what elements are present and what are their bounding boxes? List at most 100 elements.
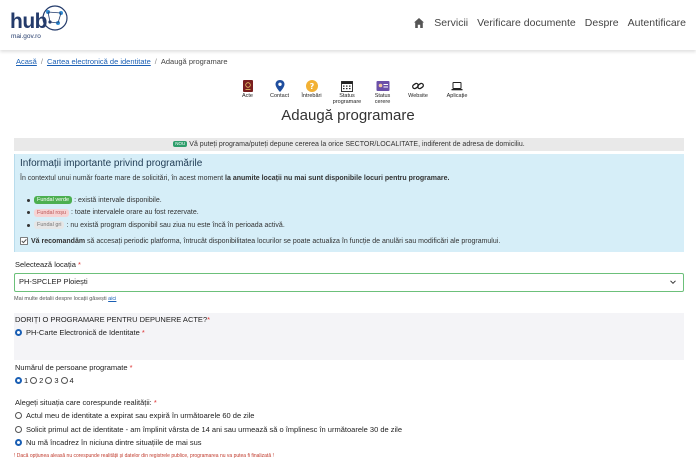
location-label-text: Selectează locația bbox=[15, 260, 76, 269]
warning-text: ! Dacă opțiunea aleasă nu corespunde rea… bbox=[14, 453, 274, 459]
quick-links: Acte Contact ? Întrebări Status programar… bbox=[232, 79, 477, 106]
page-title: Adaugă programare bbox=[281, 107, 415, 124]
quick-link-intrebari[interactable]: ? Întrebări bbox=[296, 79, 327, 106]
main-nav: Servicii Verificare documente Despre Aut… bbox=[413, 17, 686, 29]
passport-icon bbox=[242, 80, 253, 92]
legend-list: Fundal verde: există intervale disponibi… bbox=[27, 194, 285, 232]
radio-selected[interactable] bbox=[15, 329, 22, 336]
info-box: Informații importante privind programări… bbox=[14, 154, 684, 252]
situation-option-none[interactable]: Nu mă încadrez în niciuna dintre situați… bbox=[15, 438, 202, 447]
situation-option-first-id[interactable]: Solicit primul act de identitate - am îm… bbox=[15, 425, 402, 434]
act-option-label: PH-Carte Electronică de Identitate bbox=[26, 328, 140, 337]
id-card-icon bbox=[376, 81, 389, 91]
quick-link-label: Status programare bbox=[332, 93, 362, 105]
laptop-icon bbox=[451, 82, 463, 91]
notice-text: Vă puteți programa/puteți depune cererea… bbox=[189, 141, 525, 148]
quick-link-label: Întrebări bbox=[301, 93, 322, 99]
radio[interactable] bbox=[45, 377, 53, 384]
persons-option-label: 4 bbox=[69, 376, 74, 385]
act-question-text: DORIȚI O PROGRAMARE PENTRU DEPUNERE ACTE… bbox=[15, 315, 208, 324]
nav-verificare-documente[interactable]: Verificare documente bbox=[477, 17, 576, 29]
quick-link-contact[interactable]: Contact bbox=[264, 79, 295, 106]
breadcrumb-current: Adaugă programare bbox=[160, 57, 228, 66]
map-pin-icon bbox=[275, 80, 284, 92]
act-question: DORIȚI O PROGRAMARE PENTRU DEPUNERE ACTE… bbox=[15, 315, 210, 324]
legend-item: Fundal roșu: toate intervalele orare au … bbox=[27, 207, 285, 220]
location-label: Selectează locația * bbox=[15, 260, 81, 269]
persons-option-label: 2 bbox=[39, 376, 44, 385]
quick-link-website[interactable]: Website bbox=[399, 79, 437, 106]
persons-option-2[interactable]: 2 bbox=[30, 376, 43, 385]
legend-chip-green: Fundal verde bbox=[34, 196, 73, 205]
act-option[interactable]: PH-Carte Electronică de Identitate * bbox=[15, 328, 145, 337]
persons-option-1[interactable]: 1 bbox=[15, 376, 28, 385]
legend-text: : există intervale disponibile. bbox=[74, 196, 162, 204]
quick-link-label: Acte bbox=[241, 93, 253, 99]
recommendation: Vă recomandăm să accesați periodic platf… bbox=[20, 237, 500, 245]
persons-label-text: Numărul de persoane programate bbox=[15, 363, 128, 372]
persons-label: Numărul de persoane programate * bbox=[15, 363, 133, 372]
radio[interactable] bbox=[15, 426, 22, 433]
situation-option-label: Solicit primul act de identitate - am îm… bbox=[26, 425, 403, 434]
quick-link-aplicatie[interactable]: Aplicație bbox=[438, 79, 476, 106]
calendar-icon bbox=[341, 81, 353, 92]
persons-option-4[interactable]: 4 bbox=[60, 376, 74, 385]
situation-option-label: Nu mă încadrez în niciuna dintre situați… bbox=[26, 438, 202, 447]
hub-logo[interactable]: hub mai.gov.ro bbox=[10, 4, 70, 46]
bullet bbox=[27, 198, 30, 202]
location-select-value: PH-SPCLEP Ploiești bbox=[19, 277, 88, 286]
quick-link-label: Contact bbox=[270, 93, 289, 99]
quick-link-acte[interactable]: Acte bbox=[232, 79, 263, 106]
persons-option-label: 1 bbox=[24, 376, 29, 385]
required-marker: * bbox=[129, 363, 133, 372]
required-marker: * bbox=[77, 260, 81, 269]
bullet bbox=[27, 223, 30, 227]
location-hint: Mai multe detalii despre locații găsești… bbox=[14, 296, 116, 302]
question-icon: ? bbox=[305, 80, 318, 92]
home-icon[interactable] bbox=[413, 17, 425, 29]
breadcrumb-sep: / bbox=[154, 57, 157, 66]
nav-servicii[interactable]: Servicii bbox=[434, 17, 468, 29]
breadcrumb-cei[interactable]: Cartea electronică de identitate bbox=[47, 57, 151, 66]
persons-option-label: 3 bbox=[54, 376, 59, 385]
top-navbar: hub mai.gov.ro Servicii Verificare docum… bbox=[0, 0, 696, 50]
legend-chip-red: Fundal roșu bbox=[34, 208, 70, 217]
notice-bar: NOU Vă puteți programa/puteți depune cere… bbox=[14, 138, 684, 151]
quick-link-label: Website bbox=[408, 93, 428, 99]
checkbox-icon bbox=[20, 237, 28, 245]
recommendation-text: să accesați periodic platforma, întrucât… bbox=[85, 237, 501, 245]
radio-selected[interactable] bbox=[15, 439, 22, 446]
quick-link-status-cerere[interactable]: Status cerere bbox=[367, 79, 398, 106]
required-marker: * bbox=[141, 328, 145, 337]
radio[interactable] bbox=[60, 377, 68, 384]
info-paragraph: În contextul unui număr foarte mare de s… bbox=[20, 175, 449, 182]
radio[interactable] bbox=[15, 412, 22, 419]
recommendation-bold: Vă recomandăm bbox=[31, 237, 86, 245]
info-text: În contextul unui număr foarte mare de s… bbox=[20, 175, 226, 182]
nav-autentificare[interactable]: Autentificare bbox=[628, 17, 686, 29]
legend-text: : nu există program disponibil sau ziua … bbox=[66, 221, 285, 229]
radio[interactable] bbox=[30, 377, 38, 384]
quick-link-status-programare[interactable]: Status programare bbox=[328, 79, 366, 106]
required-marker: * bbox=[207, 315, 211, 324]
persons-option-3[interactable]: 3 bbox=[45, 376, 59, 385]
network-logo-icon bbox=[42, 5, 68, 31]
location-select[interactable]: PH-SPCLEP Ploiești bbox=[14, 273, 684, 292]
location-hint-text: Mai multe detalii despre locații găsești bbox=[14, 296, 109, 302]
legend-chip-gray: Fundal gri bbox=[34, 221, 65, 230]
link-icon bbox=[412, 82, 424, 90]
logo-domain: mai.gov.ro bbox=[11, 33, 41, 40]
chevron-down-icon bbox=[670, 280, 676, 285]
situation-label: Alegeți situația care corespunde realită… bbox=[15, 398, 157, 407]
location-hint-link[interactable]: aici bbox=[108, 296, 116, 302]
legend-item: Fundal gri: nu există program disponibil… bbox=[27, 219, 285, 232]
nav-despre[interactable]: Despre bbox=[585, 17, 619, 29]
radio-selected[interactable] bbox=[15, 377, 22, 384]
breadcrumb-home[interactable]: Acasă bbox=[16, 57, 37, 66]
situation-label-text: Alegeți situația care corespunde realită… bbox=[15, 398, 152, 407]
breadcrumb: Acasă / Cartea electronică de identitate / A… bbox=[16, 57, 228, 66]
breadcrumb-sep: / bbox=[40, 57, 43, 66]
required-marker: * bbox=[153, 398, 157, 407]
situation-option-expired[interactable]: Actul meu de identitate a expirat sau ex… bbox=[15, 411, 254, 420]
legend-text: : toate intervalele orare au fost rezerv… bbox=[71, 209, 199, 217]
